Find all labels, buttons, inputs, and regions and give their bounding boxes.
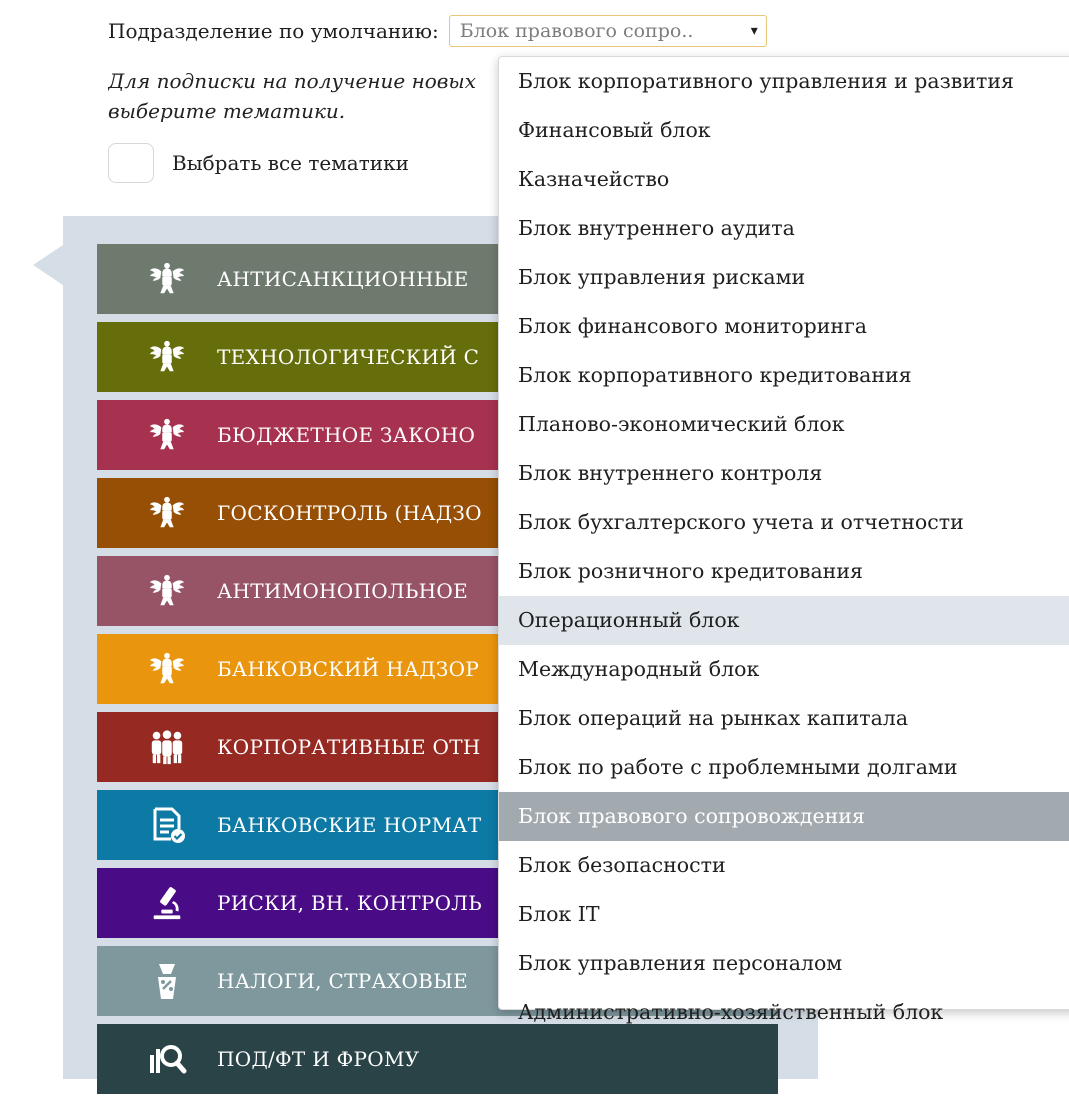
panel-pointer bbox=[33, 245, 63, 285]
topic-label: БАНКОВСКИЙ НАДЗОР bbox=[217, 657, 480, 681]
microscope-icon bbox=[142, 878, 192, 928]
dropdown-option[interactable]: Международный блок bbox=[499, 645, 1069, 694]
dropdown-option[interactable]: Блок внутреннего аудита bbox=[499, 204, 1069, 253]
dropdown-option[interactable]: Блок внутреннего контроля bbox=[499, 449, 1069, 498]
dropdown-option[interactable]: Блок операций на рынках капитала bbox=[499, 694, 1069, 743]
topic-label: АНТИМОНОПОЛЬНОЕ bbox=[217, 579, 469, 603]
topic-label: НАЛОГИ, СТРАХОВЫЕ bbox=[217, 969, 469, 993]
topic-label: ТЕХНОЛОГИЧЕСКИЙ С bbox=[217, 345, 480, 369]
default-unit-select[interactable]: Блок правового сопро.. ▾ bbox=[448, 15, 767, 47]
dropdown-option[interactable]: Блок по работе с проблемными долгами bbox=[499, 743, 1069, 792]
emblem-icon bbox=[142, 332, 192, 382]
emblem-icon bbox=[142, 410, 192, 460]
emblem-icon bbox=[142, 644, 192, 694]
dropdown-option[interactable]: Блок управления персоналом bbox=[499, 939, 1069, 988]
chevron-down-icon: ▾ bbox=[750, 23, 758, 39]
dropdown-option[interactable]: Блок розничного кредитования bbox=[499, 547, 1069, 596]
topic-label: БЮДЖЕТНОЕ ЗАКОНО bbox=[217, 423, 476, 447]
dropdown-option[interactable]: Блок корпоративного кредитования bbox=[499, 351, 1069, 400]
topic-label: РИСКИ, ВН. КОНТРОЛЬ bbox=[217, 891, 483, 915]
dropdown-option[interactable]: Блок бухгалтерского учета и отчетности bbox=[499, 498, 1069, 547]
dropdown-option[interactable]: Блок финансового мониторинга bbox=[499, 302, 1069, 351]
dropdown-option[interactable]: Операционный блок bbox=[499, 596, 1069, 645]
dropdown-option[interactable]: Блок правового сопровождения bbox=[499, 792, 1069, 841]
topic-label: ГОСКОНТРОЛЬ (НАДЗО bbox=[217, 501, 482, 525]
dropdown-option[interactable]: Казначейство bbox=[499, 155, 1069, 204]
select-all-label: Выбрать все тематики bbox=[172, 151, 409, 175]
default-unit-dropdown: Блок корпоративного управления и развити… bbox=[498, 56, 1069, 1024]
dropdown-option[interactable]: Блок корпоративного управления и развити… bbox=[499, 57, 1069, 106]
dropdown-option[interactable]: Блок управления рисками bbox=[499, 253, 1069, 302]
select-all-row[interactable]: Выбрать все тематики bbox=[108, 142, 409, 184]
select-all-checkbox[interactable] bbox=[108, 143, 154, 183]
topic-label: БАНКОВСКИЕ НОРМАТ bbox=[217, 813, 482, 837]
tax-icon bbox=[142, 956, 192, 1006]
dropdown-option[interactable]: Блок безопасности bbox=[499, 841, 1069, 890]
people-icon bbox=[142, 722, 192, 772]
default-unit-label: Подразделение по умолчанию: bbox=[108, 19, 439, 43]
magnifier-chart-icon bbox=[142, 1034, 192, 1084]
topic-label: АНТИСАНКЦИОННЫЕ bbox=[217, 267, 469, 291]
topic-label: КОРПОРАТИВНЫЕ ОТН bbox=[217, 735, 481, 759]
topic-label: ПОД/ФТ И ФРОМУ bbox=[217, 1047, 420, 1071]
dropdown-option[interactable]: Административно-хозяйственный блок bbox=[499, 988, 1069, 1037]
dropdown-option[interactable]: Планово-экономический блок bbox=[499, 400, 1069, 449]
emblem-icon bbox=[142, 488, 192, 538]
dropdown-option[interactable]: Блок IT bbox=[499, 890, 1069, 939]
emblem-icon bbox=[142, 566, 192, 616]
default-unit-row: Подразделение по умолчанию: Блок правово… bbox=[108, 14, 767, 48]
subscription-hint-line-2: выберите тематики. bbox=[108, 99, 346, 123]
subscription-hint-line-1: Для подписки на получение новых bbox=[108, 69, 476, 93]
default-unit-select-value: Блок правового сопро.. bbox=[459, 20, 694, 42]
subscription-hint: Для подписки на получение новых выберите… bbox=[108, 66, 508, 126]
emblem-icon bbox=[142, 254, 192, 304]
document-check-icon bbox=[142, 800, 192, 850]
dropdown-option[interactable]: Финансовый блок bbox=[499, 106, 1069, 155]
